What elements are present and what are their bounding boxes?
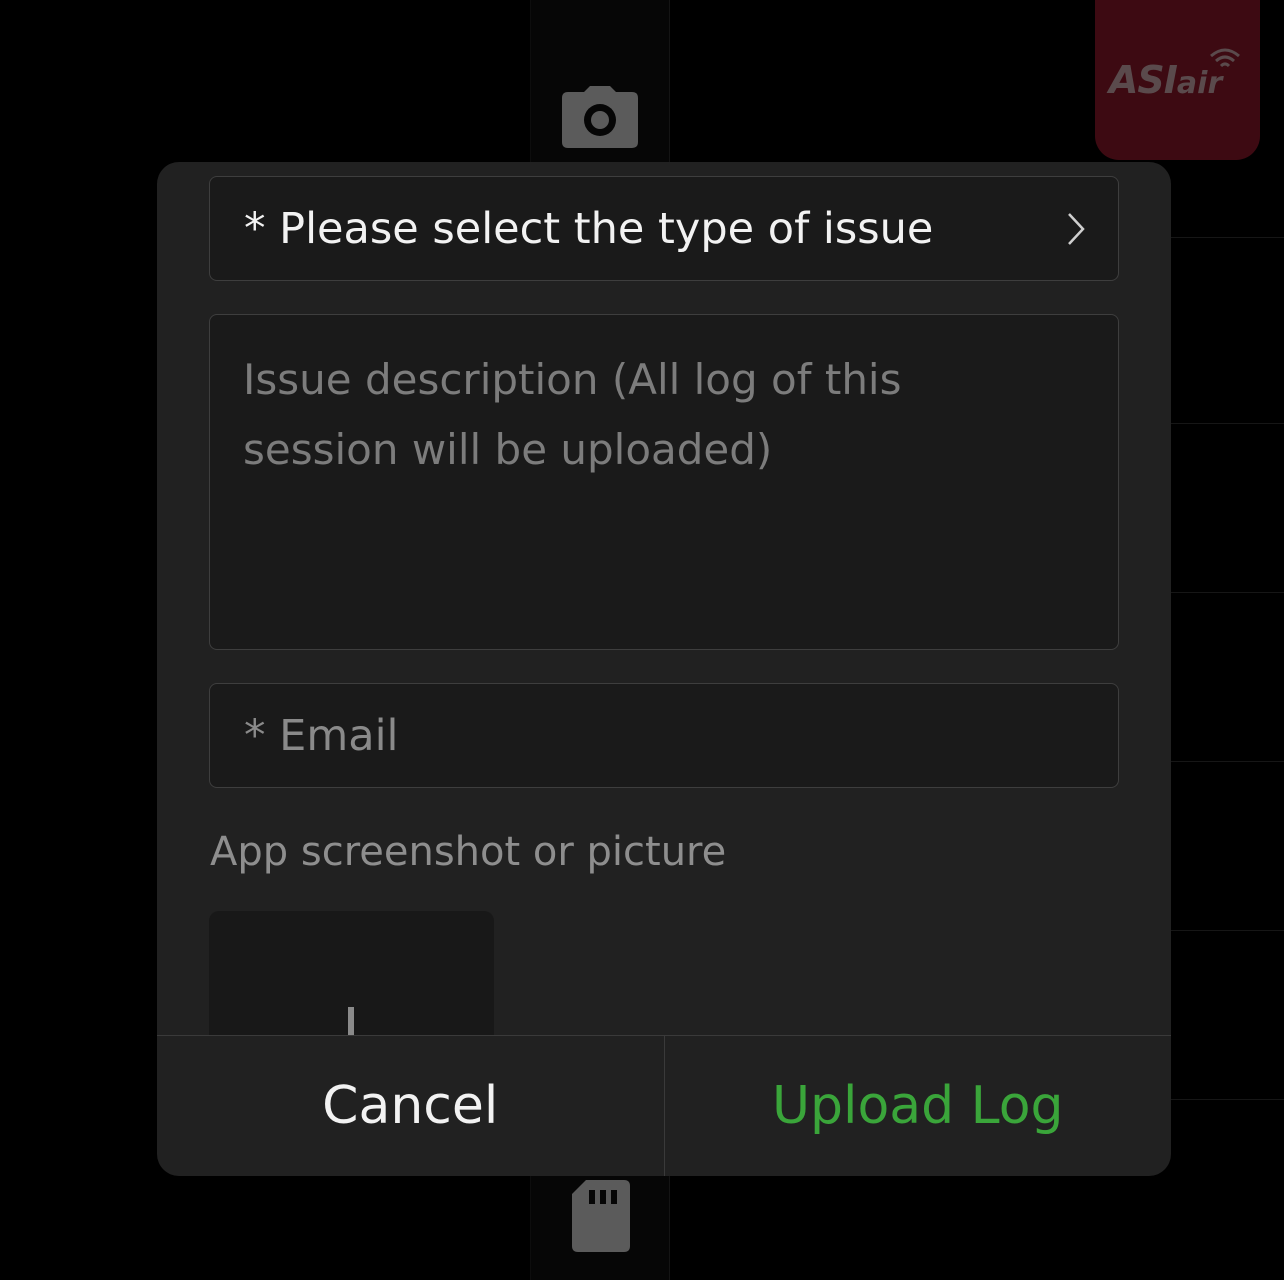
dialog-content: * Please select the type of issue Issue …	[157, 162, 1171, 1035]
upload-log-button[interactable]: Upload Log	[665, 1036, 1172, 1176]
email-input[interactable]: * Email	[209, 683, 1119, 788]
background-divider	[1170, 423, 1284, 424]
add-picture-button[interactable]	[209, 911, 494, 1035]
background-divider	[1170, 930, 1284, 931]
issue-description-input[interactable]: Issue description (All log of this sessi…	[209, 314, 1119, 650]
logo-text-main: ASI	[1109, 58, 1178, 102]
cancel-button[interactable]: Cancel	[157, 1036, 665, 1176]
sd-card-icon[interactable]	[572, 1180, 630, 1252]
background-divider	[1170, 592, 1284, 593]
wifi-icon	[1210, 48, 1240, 68]
issue-type-select[interactable]: * Please select the type of issue	[209, 176, 1119, 281]
issue-description-placeholder: Issue description (All log of this sessi…	[243, 355, 902, 474]
app-logo: ASIair	[1095, 0, 1260, 160]
background-divider	[1170, 1099, 1284, 1100]
feedback-dialog: * Please select the type of issue Issue …	[157, 162, 1171, 1176]
plus-icon	[348, 1007, 354, 1035]
picture-section-label: App screenshot or picture	[210, 829, 727, 875]
camera-icon[interactable]	[562, 86, 638, 148]
issue-type-label: * Please select the type of issue	[244, 204, 934, 254]
background-divider	[1170, 237, 1284, 238]
dialog-footer: Cancel Upload Log	[157, 1035, 1171, 1176]
chevron-right-icon	[1068, 213, 1085, 245]
email-placeholder: * Email	[244, 711, 399, 761]
background-divider	[1170, 761, 1284, 762]
